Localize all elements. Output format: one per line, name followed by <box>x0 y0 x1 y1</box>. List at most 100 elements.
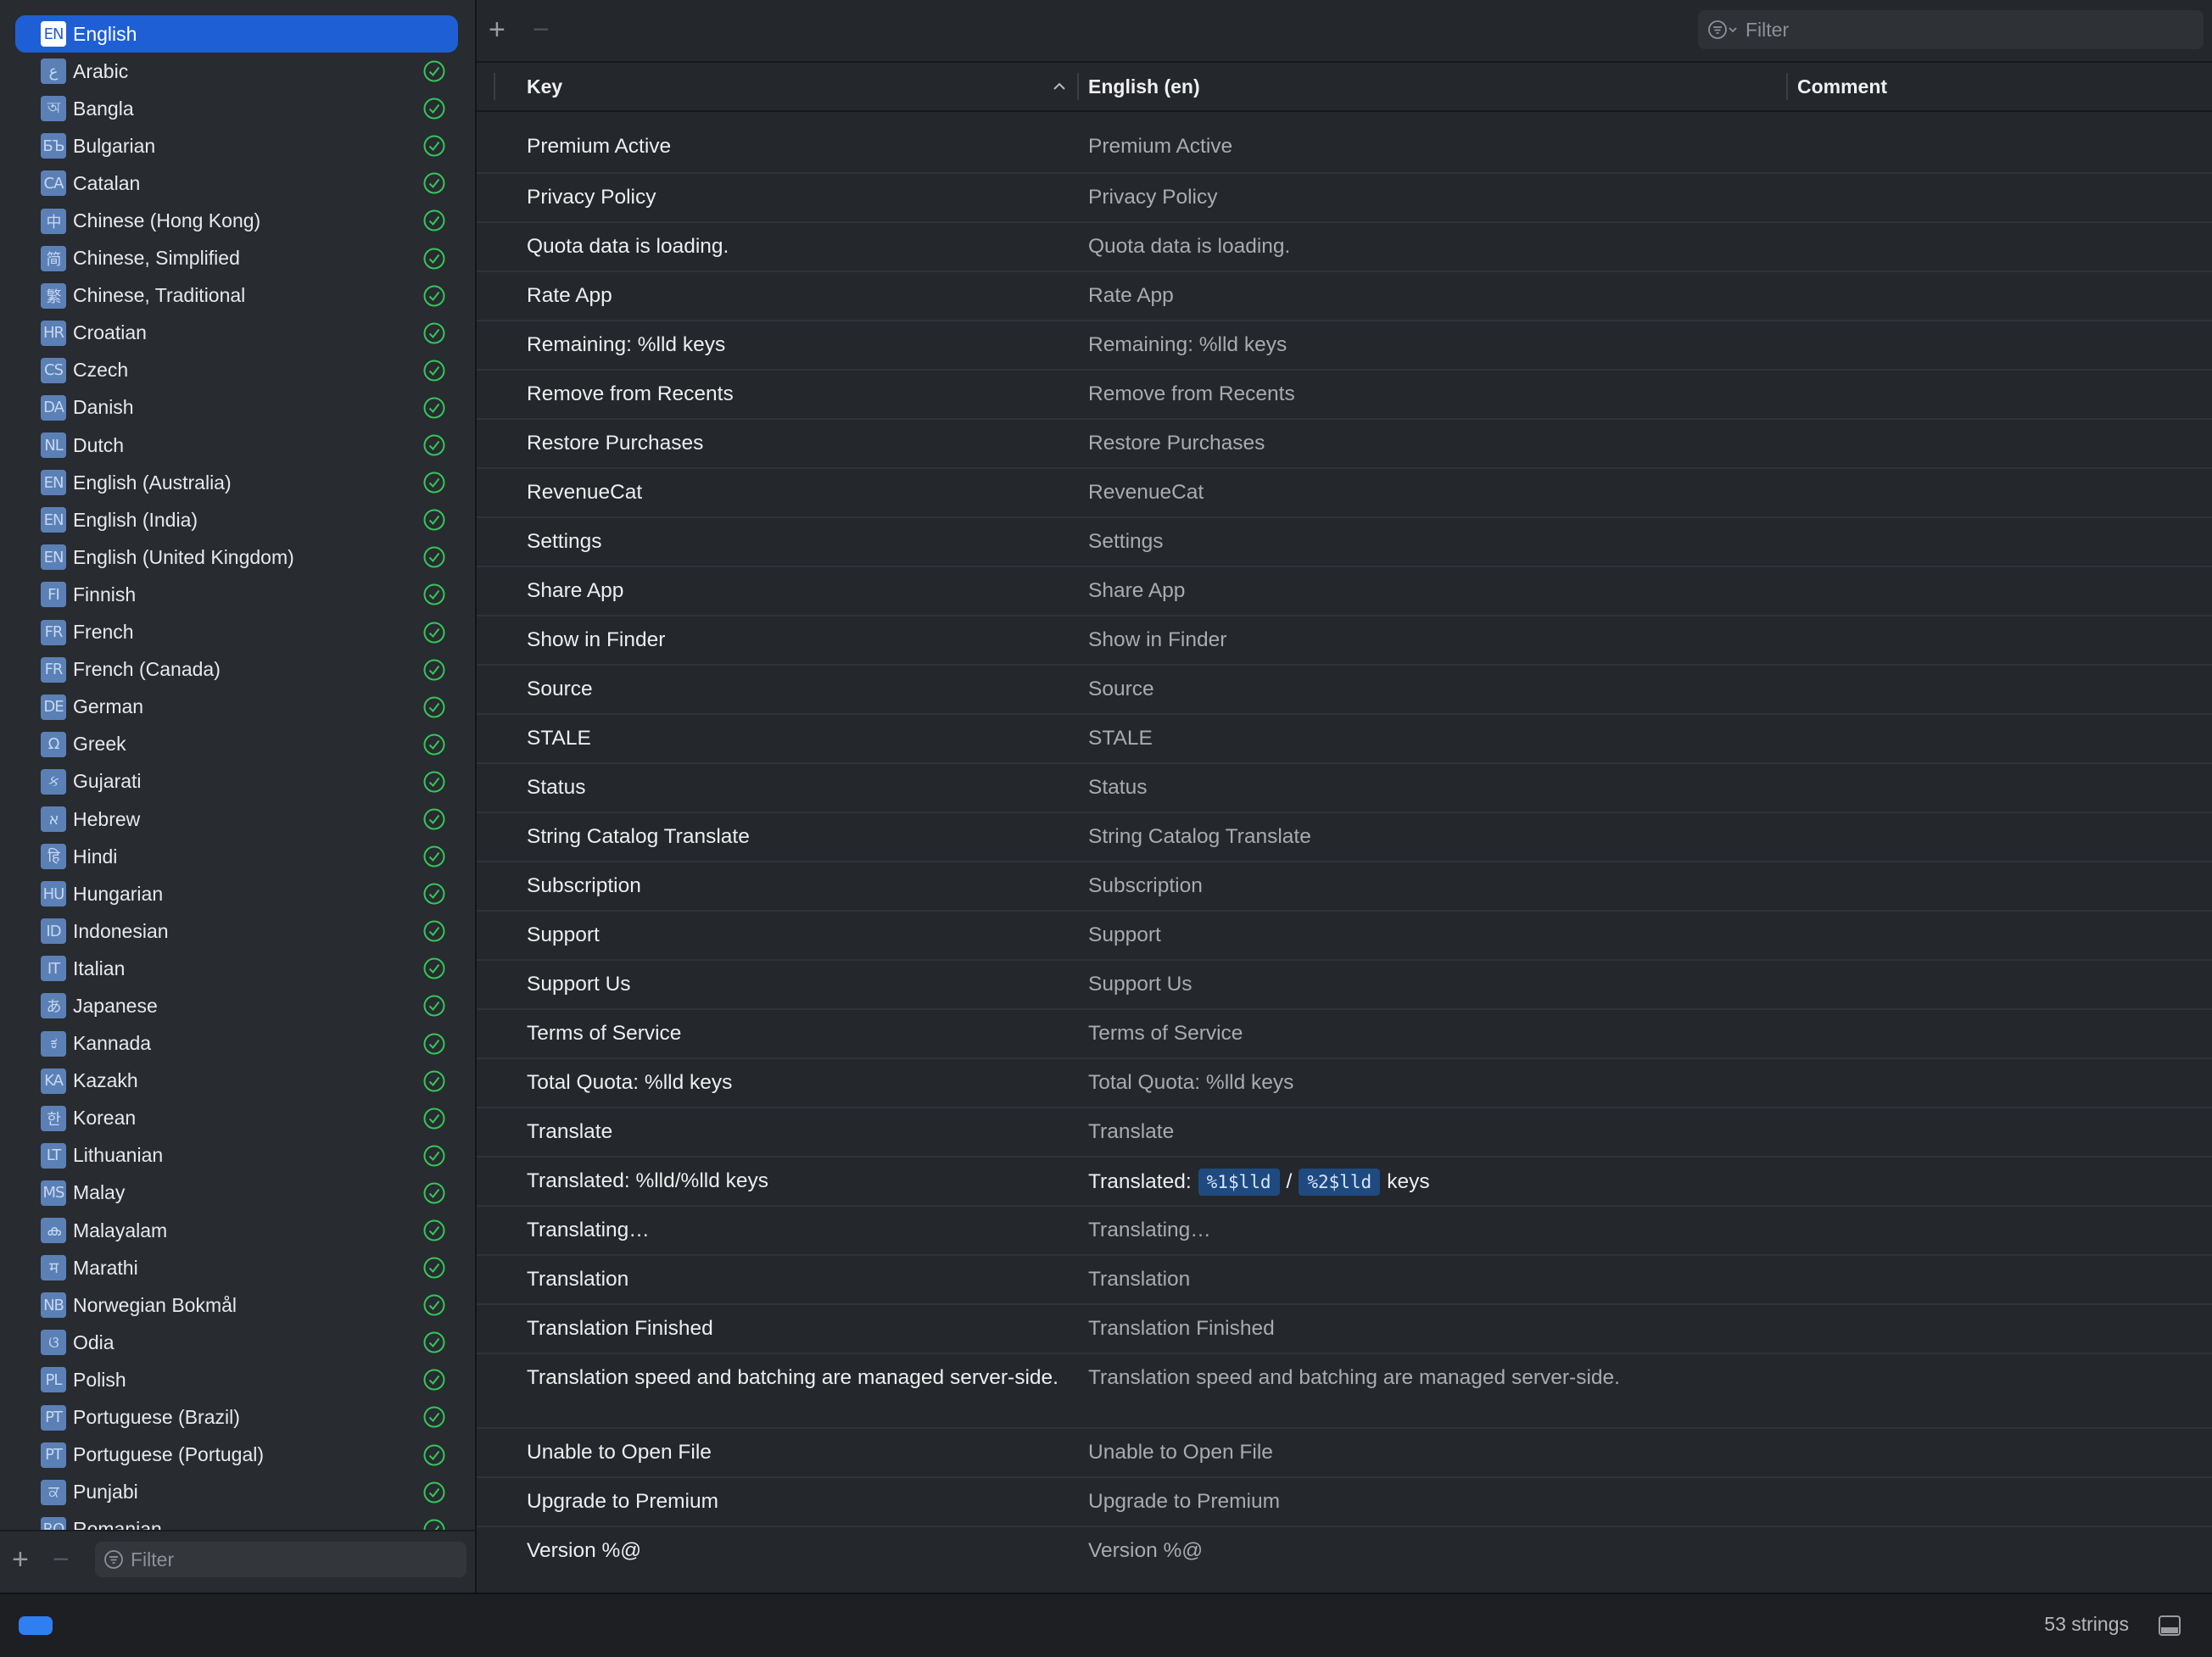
sidebar-item-language[interactable]: 繁 Chinese, Traditional <box>15 277 458 315</box>
key-cell[interactable]: STALE <box>527 726 1061 751</box>
table-row[interactable]: Remaining: %lld keys Remaining: %lld keys <box>477 320 2212 369</box>
sidebar-item-language[interactable]: CA Catalan <box>15 165 458 202</box>
table-row[interactable]: Translation speed and batching are manag… <box>477 1353 2212 1427</box>
sidebar-item-language[interactable]: CS Czech <box>15 352 458 389</box>
status-toggle-icon[interactable] <box>19 1616 53 1635</box>
sidebar-item-language[interactable]: म Marathi <box>15 1249 458 1286</box>
value-cell[interactable]: Support Us <box>1088 972 1852 997</box>
sidebar-item-language[interactable]: PL Polish <box>15 1361 458 1398</box>
add-string-button[interactable]: + <box>489 15 506 44</box>
value-cell[interactable]: Privacy Policy <box>1088 185 1852 210</box>
sidebar-item-language[interactable]: БЪ Bulgarian <box>15 127 458 165</box>
table-row[interactable]: Quota data is loading. Quota data is load… <box>477 221 2212 271</box>
value-cell[interactable]: Upgrade to Premium <box>1088 1489 1852 1515</box>
value-cell[interactable]: Rate App <box>1088 283 1852 309</box>
key-cell[interactable]: Support Us <box>527 972 1061 997</box>
key-cell[interactable]: RevenueCat <box>527 480 1061 505</box>
table-row[interactable]: Version %@ Version %@ <box>477 1526 2212 1575</box>
sidebar-item-language[interactable]: LT Lithuanian <box>15 1137 458 1174</box>
sidebar-item-language[interactable]: PT Portuguese (Brazil) <box>15 1398 458 1436</box>
sidebar-item-language[interactable]: NB Norwegian Bokmål <box>15 1286 458 1324</box>
key-cell[interactable]: Show in Finder <box>527 628 1061 653</box>
table-row[interactable]: Terms of Service Terms of Service <box>477 1008 2212 1057</box>
sidebar-item-language[interactable]: א Hebrew <box>15 801 458 838</box>
sidebar-item-language[interactable]: ક Gujarati <box>15 763 458 801</box>
key-cell[interactable]: Total Quota: %lld keys <box>527 1070 1061 1096</box>
sidebar-item-language[interactable]: DA Danish <box>15 389 458 427</box>
table-row[interactable]: Rate App Rate App <box>477 271 2212 320</box>
key-cell[interactable]: Translated: %lld/%lld keys <box>527 1169 1061 1194</box>
table-row[interactable]: Translated: %lld/%lld keys Translated: %1$… <box>477 1156 2212 1205</box>
key-cell[interactable]: Upgrade to Premium <box>527 1489 1061 1515</box>
value-cell[interactable]: Premium Active <box>1088 134 1852 159</box>
value-cell[interactable]: Version %@ <box>1088 1538 1852 1564</box>
key-cell[interactable]: String Catalog Translate <box>527 824 1061 850</box>
sidebar-item-language[interactable]: ಕ Kannada <box>15 1025 458 1063</box>
value-cell[interactable]: Quota data is loading. <box>1088 234 1852 259</box>
sidebar-item-language[interactable]: ଓ Odia <box>15 1324 458 1361</box>
table-row[interactable]: Share App Share App <box>477 566 2212 615</box>
value-cell[interactable]: Remove from Recents <box>1088 382 1852 407</box>
string-filter-input[interactable]: Filter <box>1698 10 2204 49</box>
format-specifier-token[interactable]: %2$lld <box>1299 1169 1381 1196</box>
key-cell[interactable]: Settings <box>527 529 1061 555</box>
key-cell[interactable]: Translation speed and batching are manag… <box>527 1365 1061 1391</box>
column-header-key[interactable]: Key <box>527 63 562 110</box>
table-row[interactable]: Support Us Support Us <box>477 959 2212 1008</box>
add-language-button[interactable]: + <box>12 1545 29 1574</box>
sidebar-item-language[interactable]: EN English (India) <box>15 501 458 538</box>
table-row[interactable]: Total Quota: %lld keys Total Quota: %lld … <box>477 1057 2212 1107</box>
sidebar-item-language[interactable]: हि Hindi <box>15 838 458 875</box>
key-cell[interactable]: Translation <box>527 1267 1061 1292</box>
table-row[interactable]: Support Support <box>477 910 2212 959</box>
value-cell[interactable]: Unable to Open File <box>1088 1440 1852 1465</box>
key-cell[interactable]: Translation Finished <box>527 1316 1061 1342</box>
key-cell[interactable]: Premium Active <box>527 134 1061 159</box>
sidebar-item-language[interactable]: ക Malayalam <box>15 1212 458 1249</box>
value-cell[interactable]: Restore Purchases <box>1088 431 1852 456</box>
value-cell[interactable]: Settings <box>1088 529 1852 555</box>
sidebar-item-language[interactable]: ع Arabic <box>15 53 458 90</box>
sidebar-item-language[interactable]: PT Portuguese (Portugal) <box>15 1437 458 1474</box>
table-row[interactable]: Upgrade to Premium Upgrade to Premium <box>477 1476 2212 1526</box>
remove-string-button[interactable]: − <box>533 15 550 44</box>
table-row[interactable]: Remove from Recents Remove from Recents <box>477 369 2212 418</box>
sidebar-item-language[interactable]: あ Japanese <box>15 987 458 1024</box>
sidebar-item-language[interactable]: EN English (Australia) <box>15 464 458 501</box>
sidebar-item-language[interactable]: EN English <box>15 15 458 53</box>
table-row[interactable]: Status Status <box>477 762 2212 812</box>
sidebar-item-language[interactable]: IT Italian <box>15 950 458 987</box>
value-cell[interactable]: String Catalog Translate <box>1088 824 1852 850</box>
sidebar-item-language[interactable]: 한 Korean <box>15 1100 458 1137</box>
sidebar-item-language[interactable]: Ω Greek <box>15 726 458 763</box>
sidebar-item-language[interactable]: FR French <box>15 614 458 651</box>
sidebar-item-language[interactable]: 简 Chinese, Simplified <box>15 240 458 277</box>
value-cell[interactable]: Support <box>1088 923 1852 948</box>
value-cell[interactable]: Translation speed and batching are manag… <box>1088 1365 1852 1391</box>
column-header-english[interactable]: English (en) <box>1088 63 1200 110</box>
sidebar-item-language[interactable]: অ Bangla <box>15 90 458 127</box>
key-cell[interactable]: Source <box>527 677 1061 702</box>
table-row[interactable]: Translating… Translating… <box>477 1205 2212 1254</box>
value-cell[interactable]: STALE <box>1088 726 1852 751</box>
value-cell[interactable]: Subscription <box>1088 873 1852 899</box>
remove-language-button[interactable]: − <box>53 1545 70 1574</box>
sidebar-item-language[interactable]: KA Kazakh <box>15 1063 458 1100</box>
key-cell[interactable]: Subscription <box>527 873 1061 899</box>
value-cell[interactable]: Source <box>1088 677 1852 702</box>
key-cell[interactable]: Remove from Recents <box>527 382 1061 407</box>
key-cell[interactable]: Status <box>527 775 1061 801</box>
key-cell[interactable]: Restore Purchases <box>527 431 1061 456</box>
value-cell[interactable]: Remaining: %lld keys <box>1088 332 1852 358</box>
sidebar-item-language[interactable]: 中 Chinese (Hong Kong) <box>15 202 458 239</box>
table-row[interactable]: Translate Translate <box>477 1107 2212 1156</box>
value-cell[interactable]: Translate <box>1088 1119 1852 1145</box>
value-cell[interactable]: Translation Finished <box>1088 1316 1852 1342</box>
sidebar-item-language[interactable]: FI Finnish <box>15 576 458 613</box>
table-row[interactable]: Source Source <box>477 664 2212 713</box>
table-row[interactable]: Translation Finished Translation Finished <box>477 1303 2212 1353</box>
table-row[interactable]: Translation Translation <box>477 1254 2212 1303</box>
key-cell[interactable]: Privacy Policy <box>527 185 1061 210</box>
sidebar-item-language[interactable]: NL Dutch <box>15 427 458 464</box>
value-cell[interactable]: Translated: %1$lld / %2$lld keys <box>1088 1169 1852 1196</box>
